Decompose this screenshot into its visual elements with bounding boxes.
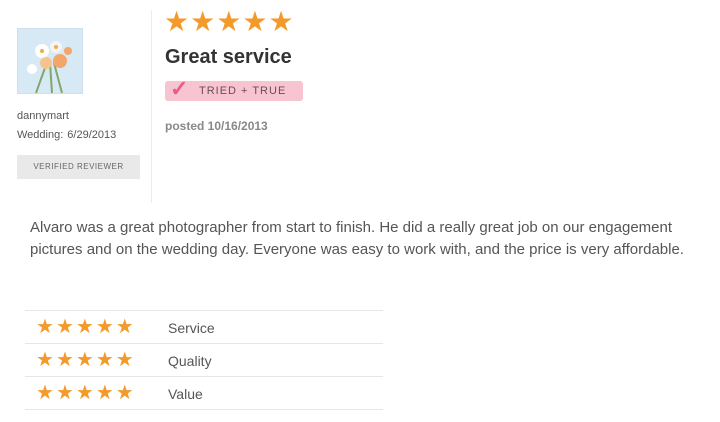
star-icon: ★ [216, 6, 243, 37]
rating-stars: ★★★★★ [36, 382, 136, 405]
tried-true-badge: ✓ TRIED + TRUE [165, 76, 303, 101]
star-icon: ★ [164, 6, 191, 37]
avatar[interactable] [17, 28, 83, 94]
star-icon: ★ [36, 349, 56, 371]
column-divider [151, 10, 152, 203]
star-icon: ★ [95, 349, 116, 371]
rating-row-quality: ★★★★★ Quality [25, 343, 383, 376]
star-icon: ★ [75, 349, 96, 371]
wedding-label: Wedding: [17, 129, 64, 141]
review-body: Alvaro was a great photographer from sta… [30, 219, 684, 258]
review-title: Great service [165, 46, 292, 68]
reviewer-panel: dannymart Wedding: 6/29/2013 VERIFIED REV… [17, 28, 147, 179]
wedding-date: 6/29/2013 [67, 129, 117, 141]
star-icon: ★ [75, 316, 96, 338]
rating-label: Value [168, 386, 203, 402]
star-icon: ★ [242, 6, 269, 37]
rating-stars: ★★★★★ [36, 349, 136, 372]
checkmark-icon: ✓ [170, 76, 189, 101]
wedding-date-line: Wedding: 6/29/2013 [17, 129, 147, 141]
star-icon: ★ [115, 316, 136, 338]
star-icon: ★ [115, 382, 136, 404]
star-icon: ★ [75, 382, 96, 404]
star-icon: ★ [55, 349, 76, 371]
star-icon: ★ [36, 316, 56, 338]
star-icon: ★ [190, 6, 217, 37]
overall-rating-stars: ★★★★★ [164, 6, 295, 38]
star-icon: ★ [95, 316, 116, 338]
star-icon: ★ [115, 349, 136, 371]
star-icon: ★ [95, 382, 116, 404]
star-icon: ★ [36, 382, 56, 404]
category-ratings: ★★★★★ Service ★★★★★ Quality ★★★★★ Value [25, 310, 383, 410]
star-icon: ★ [268, 6, 295, 37]
rating-label: Service [168, 320, 215, 336]
rating-stars: ★★★★★ [36, 316, 136, 339]
reviewer-name[interactable]: dannymart [17, 110, 147, 122]
rating-label: Quality [168, 353, 212, 369]
posted-date: posted 10/16/2013 [165, 119, 268, 133]
rating-row-service: ★★★★★ Service [25, 310, 383, 343]
verified-reviewer-badge: VERIFIED REVIEWER [17, 155, 140, 179]
tried-true-label: TRIED + TRUE [199, 85, 287, 97]
star-icon: ★ [55, 382, 76, 404]
star-icon: ★ [55, 316, 76, 338]
rating-row-value: ★★★★★ Value [25, 376, 383, 410]
